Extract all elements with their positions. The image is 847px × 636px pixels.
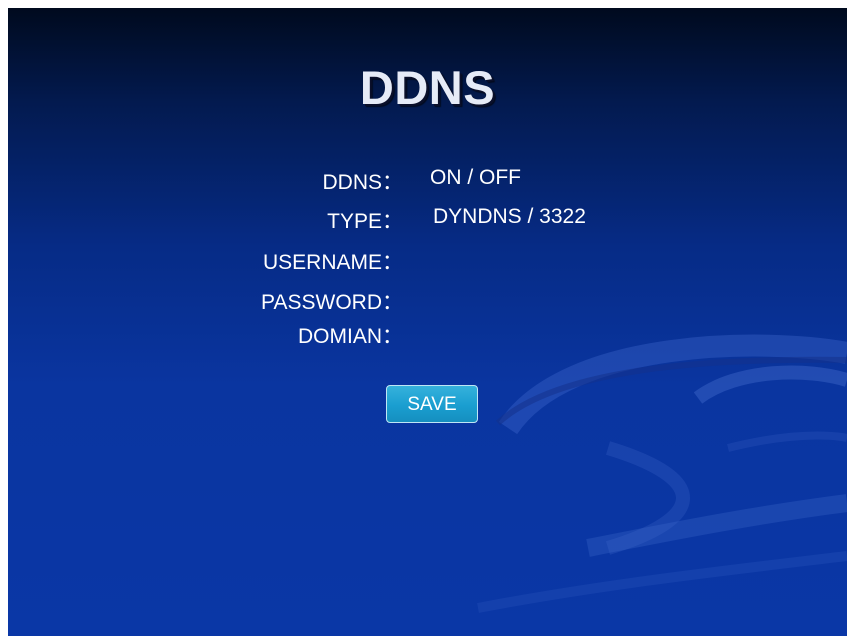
- password-label: PASSWORD：: [261, 291, 403, 314]
- save-button[interactable]: SAVE: [386, 385, 478, 423]
- ddns-label: DDNS：: [322, 171, 403, 194]
- ddns-value[interactable]: ON / OFF: [430, 166, 521, 190]
- username-label: USERNAME：: [262, 251, 403, 274]
- type-value[interactable]: DYNDNS / 3322: [433, 205, 586, 229]
- ddns-settings-slide: DDNS DDNS： ON / OFF TYPE： DYNDNS / 3322 …: [8, 8, 847, 636]
- type-label: TYPE：: [327, 210, 403, 233]
- page-title: DDNS: [359, 61, 496, 114]
- domain-label: DOMIAN：: [298, 325, 403, 348]
